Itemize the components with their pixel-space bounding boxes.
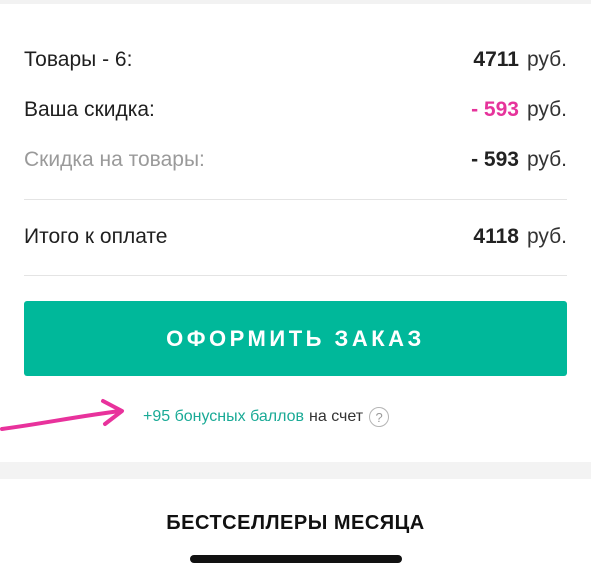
top-edge [0, 0, 591, 4]
total-row: Итого к оплате 4118 руб. [24, 225, 567, 249]
total-label: Итого к оплате [24, 225, 168, 248]
items-row: Товары - 6: 4711 руб. [24, 48, 567, 72]
items-label: Товары - 6: [24, 48, 133, 71]
currency-label: руб. [526, 148, 567, 171]
bonus-points-link[interactable]: +95 бонусных баллов [143, 408, 304, 426]
bonus-info: +95 бонусных баллов на счет ? [0, 399, 591, 432]
discount-amount-value: - 593 [471, 98, 519, 121]
bonus-text: +95 бонусных баллов на счет ? [143, 407, 390, 427]
discount-amount: - 593 руб. [471, 98, 567, 122]
arrow-right-icon [0, 399, 124, 431]
checkout-button[interactable]: ОФОРМИТЬ ЗАКАЗ [24, 301, 567, 376]
discount-row: Ваша скидка: - 593 руб. [24, 98, 567, 122]
bonus-suffix: на счет [309, 408, 364, 425]
bestsellers-title: БЕСТСЕЛЛЕРЫ МЕСЯЦА [166, 512, 425, 534]
items-amount: 4711 руб. [473, 48, 567, 72]
total-amount-value: 4118 [473, 225, 519, 248]
items-amount-value: 4711 [473, 48, 519, 71]
currency-label: руб. [526, 48, 567, 71]
section-separator [0, 462, 591, 479]
divider [24, 199, 567, 200]
goods-discount-label: Скидка на товары: [24, 148, 205, 171]
question-circle-icon[interactable]: ? [369, 407, 390, 427]
goods-discount-amount-value: - 593 [471, 148, 519, 171]
divider [24, 275, 567, 276]
home-indicator[interactable] [190, 555, 402, 563]
currency-label: руб. [526, 225, 567, 248]
discount-label: Ваша скидка: [24, 98, 155, 121]
currency-label: руб. [526, 98, 567, 121]
goods-discount-amount: - 593 руб. [471, 148, 567, 172]
goods-discount-row: Скидка на товары: - 593 руб. [24, 148, 567, 172]
total-amount: 4118 руб. [473, 225, 567, 249]
